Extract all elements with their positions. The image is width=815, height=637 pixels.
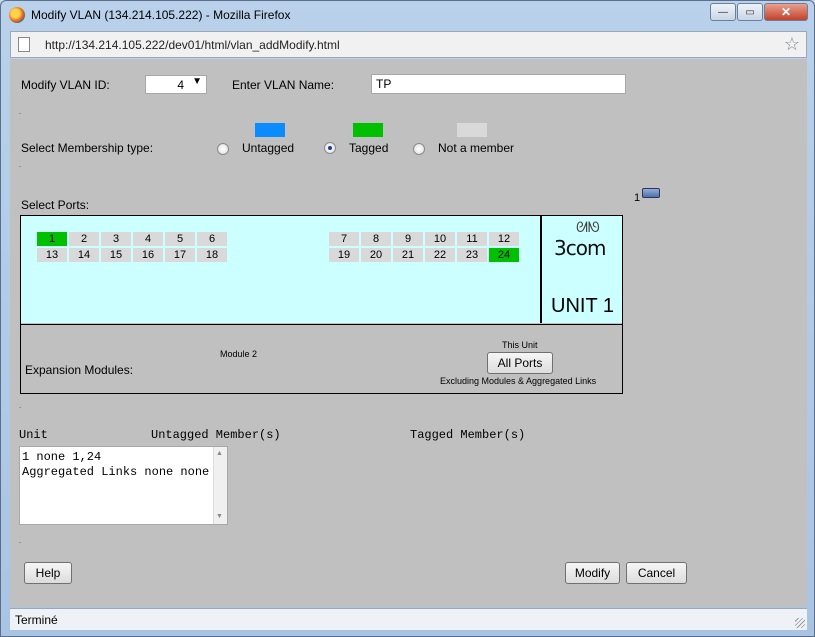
cancel-button[interactable]: Cancel [626, 562, 687, 584]
maximize-button[interactable]: ▭ [737, 3, 763, 21]
port-6[interactable]: 6 [197, 232, 227, 246]
port-2[interactable]: 2 [69, 232, 99, 246]
members-textarea[interactable]: 1 none 1,24 Aggregated Links none none ▲… [19, 446, 228, 525]
port-20[interactable]: 20 [361, 248, 391, 262]
port-22[interactable]: 22 [425, 248, 455, 262]
status-bar: Terminé [10, 608, 807, 630]
unit-column-header: Unit [19, 428, 48, 442]
bookmark-star-icon[interactable]: ☆ [784, 34, 800, 55]
expansion-modules-label: Expansion Modules: [25, 363, 134, 377]
tagged-radio[interactable] [324, 142, 336, 154]
members-line: 1 none 1,24 [22, 450, 102, 464]
spacer-dot: . [19, 401, 22, 410]
minimize-button[interactable]: — [710, 3, 736, 21]
untagged-radio[interactable] [217, 143, 229, 155]
help-button[interactable]: Help [24, 562, 72, 584]
3com-logo-icon: ᘛᘚ [576, 220, 600, 236]
select-ports-label: Select Ports: [21, 198, 90, 212]
tagged-column-header: Tagged Member(s) [410, 428, 526, 442]
page-content: Modify VLAN ID: 4 ▼ Enter VLAN Name: TP … [10, 59, 807, 607]
port-23[interactable]: 23 [457, 248, 487, 262]
port-19[interactable]: 19 [329, 248, 359, 262]
spacer-dot: . [19, 160, 22, 169]
port-14[interactable]: 14 [69, 248, 99, 262]
port-17[interactable]: 17 [165, 248, 195, 262]
vlan-id-value: 4 [177, 78, 184, 92]
vlan-name-input[interactable]: TP [371, 74, 626, 94]
port-7[interactable]: 7 [329, 232, 359, 246]
untagged-swatch [255, 123, 285, 137]
not-member-radio[interactable] [413, 143, 425, 155]
expansion-modules-area: Module 2 This Unit All Ports Excluding M… [21, 324, 622, 393]
window-controls: — ▭ ✕ [709, 3, 808, 21]
spacer-dot: . [19, 107, 22, 116]
port-1[interactable]: 1 [37, 232, 67, 246]
port-9[interactable]: 9 [393, 232, 423, 246]
this-unit-label: This Unit [502, 340, 538, 350]
vlan-id-select[interactable]: 4 ▼ [145, 75, 207, 94]
title-bar: Modify VLAN (134.214.105.222) - Mozilla … [1, 1, 814, 29]
members-line: Aggregated Links none none [22, 465, 210, 479]
chevron-down-icon: ▼ [192, 76, 202, 87]
port-21[interactable]: 21 [393, 248, 423, 262]
port-10[interactable]: 10 [425, 232, 455, 246]
ports-panel: 1 2 3 4 5 6 7 8 9 10 11 12 13 14 15 16 17 18 19 20 21 22 23 24 … [20, 215, 623, 394]
port-12[interactable]: 12 [489, 232, 519, 246]
resize-grip-icon[interactable] [795, 618, 805, 628]
address-bar[interactable]: http://134.214.105.222/dev01/html/vlan_a… [10, 31, 807, 58]
module-label: Module 2 [220, 349, 258, 359]
port-15[interactable]: 15 [101, 248, 131, 262]
browser-window: Modify VLAN (134.214.105.222) - Mozilla … [0, 0, 815, 637]
port-11[interactable]: 11 [457, 232, 487, 246]
modify-button[interactable]: Modify [565, 562, 620, 584]
scroll-down-icon[interactable]: ▼ [216, 513, 223, 520]
window-title: Modify VLAN (134.214.105.222) - Mozilla … [31, 8, 291, 22]
unit-label: UNIT 1 [551, 295, 614, 317]
unit-panel: ᘛᘚ 3com UNIT 1 [540, 216, 622, 323]
membership-label: Select Membership type: [21, 141, 154, 155]
untagged-column-header: Untagged Member(s) [151, 428, 281, 442]
port-18[interactable]: 18 [197, 248, 227, 262]
tagged-label: Tagged [349, 141, 389, 155]
address-url[interactable]: http://134.214.105.222/dev01/html/vlan_a… [45, 38, 340, 52]
vlan-name-label: Enter VLAN Name: [232, 78, 335, 92]
port-8[interactable]: 8 [361, 232, 391, 246]
vlan-id-label: Modify VLAN ID: [21, 78, 110, 92]
all-ports-button[interactable]: All Ports [487, 352, 553, 374]
port-4[interactable]: 4 [133, 232, 163, 246]
page-icon [18, 37, 30, 52]
port-grid: 1 2 3 4 5 6 7 8 9 10 11 12 13 14 15 16 17 18 19 20 21 22 23 24 [21, 216, 540, 323]
tagged-swatch [353, 123, 383, 137]
status-text: Terminé [15, 613, 58, 627]
port-3[interactable]: 3 [101, 232, 131, 246]
scroll-up-icon[interactable]: ▲ [216, 450, 223, 457]
port-24[interactable]: 24 [489, 248, 519, 262]
textarea-scrollbar[interactable]: ▲ ▼ [213, 447, 227, 524]
port-16[interactable]: 16 [133, 248, 163, 262]
not-member-label: Not a member [438, 141, 515, 155]
network-cable-icon[interactable] [642, 188, 660, 198]
firefox-icon [9, 7, 25, 23]
port-5[interactable]: 5 [165, 232, 195, 246]
unit-marker: 1 [634, 192, 641, 204]
excluding-note: Excluding Modules & Aggregated Links [440, 376, 597, 386]
unit-logo-text: 3com [554, 236, 606, 260]
port-13[interactable]: 13 [37, 248, 67, 262]
spacer-dot: . [19, 536, 22, 545]
not-member-swatch [457, 123, 487, 137]
untagged-label: Untagged [242, 141, 295, 155]
close-button[interactable]: ✕ [764, 3, 808, 21]
